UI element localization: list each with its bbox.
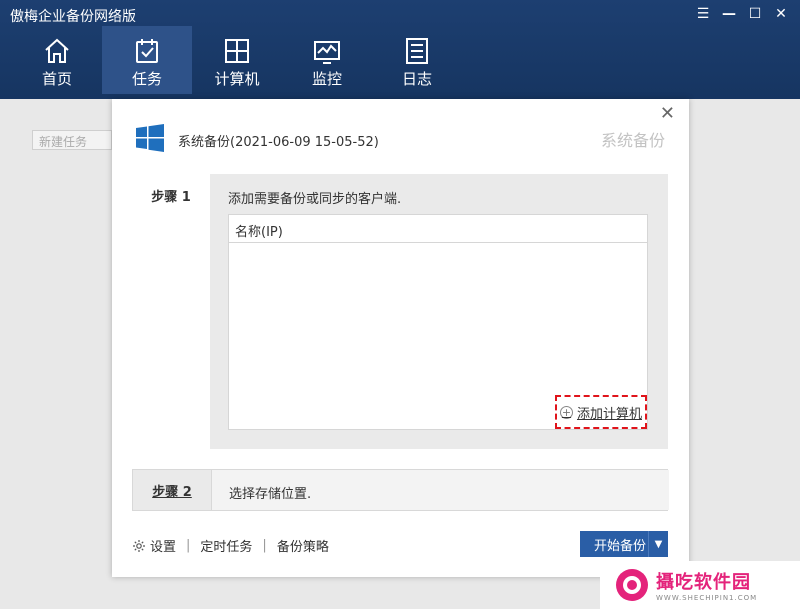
dialog-footer: 设置 | 定时任务 | 备份策略 bbox=[132, 536, 329, 555]
computer-icon bbox=[225, 39, 249, 63]
divider: | bbox=[262, 538, 267, 553]
monitor-icon bbox=[314, 41, 340, 64]
settings-link[interactable]: 设置 bbox=[150, 536, 176, 555]
minimize-icon[interactable]: — bbox=[716, 3, 742, 25]
watermark-text: 攝吃软件园 WWW.SHECHIPIN1.COM bbox=[656, 568, 757, 602]
nav-label: 监控 bbox=[311, 70, 342, 88]
step1-description: 添加需要备份或同步的客户端. bbox=[228, 192, 402, 207]
add-computer-label: 添加计算机 bbox=[576, 406, 642, 422]
step1-tab[interactable]: 步骤 1 bbox=[132, 174, 210, 216]
log-icon bbox=[406, 38, 428, 64]
step2-section[interactable]: 步骤 2 选择存储位置. bbox=[132, 469, 669, 511]
add-circle-icon: + bbox=[559, 405, 573, 419]
task-icon bbox=[136, 39, 158, 63]
nav-item-computer[interactable]: 计算机 bbox=[192, 26, 282, 94]
nav-label: 任务 bbox=[131, 70, 162, 88]
add-computer-link[interactable]: + 添加计算机 bbox=[555, 395, 647, 429]
step2-description: 选择存储位置. bbox=[229, 487, 312, 502]
window-controls: ☰ — ☐ ✕ bbox=[690, 3, 794, 25]
client-list[interactable]: 名称(IP) + 添加计算机 bbox=[228, 214, 648, 430]
watermark: 攝吃软件园 WWW.SHECHIPIN1.COM bbox=[600, 561, 800, 609]
divider: | bbox=[186, 538, 191, 553]
step1-section: 步骤 1 添加需要备份或同步的客户端. 名称(IP) + 添加计算机 bbox=[132, 174, 668, 449]
home-icon bbox=[45, 38, 69, 63]
watermark-brand: 攝吃软件园 bbox=[656, 572, 751, 593]
nav-item-log[interactable]: 日志 bbox=[372, 26, 462, 94]
gear-icon bbox=[133, 539, 145, 552]
schedule-link[interactable]: 定时任务 bbox=[200, 536, 252, 555]
main-nav: 首页 任务 计算机 监控 日志 bbox=[12, 26, 462, 94]
brand-logo-icon bbox=[616, 569, 648, 601]
dialog-subtitle: 系统备份(2021-06-09 15-05-52) bbox=[178, 135, 379, 150]
new-task-button[interactable]: 新建任务 bbox=[32, 130, 112, 150]
nav-item-monitor[interactable]: 监控 bbox=[282, 26, 372, 94]
nav-item-home[interactable]: 首页 bbox=[12, 26, 102, 94]
start-backup-button[interactable]: 开始备份 ▼ bbox=[580, 531, 668, 557]
app-header: 傲梅企业备份网络版 ☰ — ☐ ✕ 首页 任务 计算机 监控 日志 bbox=[0, 0, 800, 99]
menu-icon[interactable]: ☰ bbox=[690, 3, 716, 25]
step1-tab-spacer bbox=[132, 216, 210, 449]
watermark-url: WWW.SHECHIPIN1.COM bbox=[656, 594, 758, 602]
backup-strategy-link[interactable]: 备份策略 bbox=[277, 536, 329, 555]
chevron-down-icon[interactable]: ▼ bbox=[648, 531, 668, 557]
list-header-name-ip: 名称(IP) bbox=[229, 215, 647, 243]
dialog-close-icon[interactable]: ✕ bbox=[660, 103, 675, 124]
nav-label: 日志 bbox=[401, 70, 432, 88]
nav-label: 计算机 bbox=[214, 70, 260, 88]
step2-tab[interactable]: 步骤 2 bbox=[133, 470, 211, 510]
nav-label: 首页 bbox=[41, 70, 72, 88]
close-icon[interactable]: ✕ bbox=[768, 3, 794, 25]
app-title: 傲梅企业备份网络版 bbox=[10, 9, 136, 25]
backup-dialog: ✕ 系统备份(2021-06-09 15-05-52) 系统备份 步骤 1 添加… bbox=[112, 99, 689, 577]
start-backup-label: 开始备份 bbox=[594, 538, 647, 554]
maximize-icon[interactable]: ☐ bbox=[742, 3, 768, 25]
nav-item-task[interactable]: 任务 bbox=[102, 26, 192, 94]
windows-logo-icon bbox=[136, 124, 164, 152]
dialog-type-label: 系统备份 bbox=[600, 131, 665, 150]
